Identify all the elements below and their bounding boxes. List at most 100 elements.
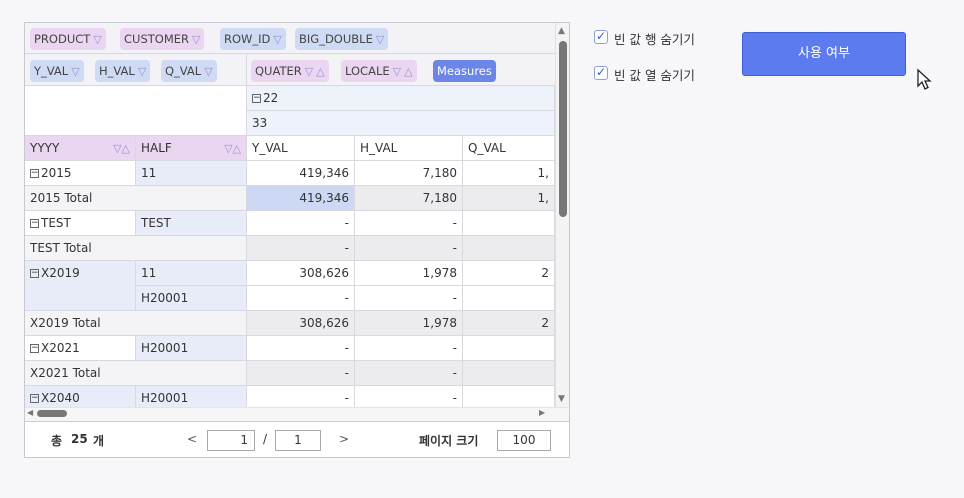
value-cell[interactable]: 2 [463, 261, 555, 286]
column-chip-locale[interactable]: LOCALE ▽ △ [341, 60, 417, 82]
column-chip-quater[interactable]: QUATER ▽ △ [251, 60, 329, 82]
collapse-icon[interactable]: − [252, 94, 261, 103]
value-cell[interactable]: 1,978 [355, 311, 463, 336]
mouse-cursor-icon [917, 68, 932, 90]
prev-page-button[interactable]: < [187, 432, 197, 446]
row-field-yyyy[interactable]: YYYY ▽△ [25, 136, 136, 161]
value-cell[interactable] [463, 286, 555, 311]
value-cell[interactable]: - [355, 236, 463, 261]
sort-icon[interactable]: △ [316, 65, 324, 78]
value-cell-selected[interactable]: 419,346 [247, 186, 355, 211]
value-cell[interactable]: 1, [463, 161, 555, 186]
data-chip-q-val[interactable]: Q_VAL ▽ [161, 60, 217, 82]
horizontal-scrollbar[interactable] [25, 407, 569, 421]
row-field-half[interactable]: HALF ▽△ [136, 136, 247, 161]
row-header-half: 11 [136, 261, 247, 286]
value-cell[interactable]: - [247, 286, 355, 311]
total-label: 총 [51, 434, 63, 448]
value-cell[interactable] [463, 236, 555, 261]
scroll-down-icon[interactable]: ▼ [558, 394, 565, 404]
hide-empty-cols-checkbox[interactable] [594, 65, 608, 80]
value-cell[interactable]: 419,346 [247, 161, 355, 186]
filter-icon[interactable]: ▽ [138, 65, 146, 78]
filter-icon[interactable]: ▽ [393, 65, 401, 78]
collapse-icon[interactable]: − [30, 219, 39, 228]
hide-empty-cols-label: 빈 값 열 숨기기 [614, 68, 695, 83]
page-size-label: 페이지 크기 [419, 434, 479, 448]
filter-icon[interactable]: ▽ [192, 33, 200, 46]
collapse-icon[interactable]: − [30, 269, 39, 278]
hide-empty-rows-label: 빈 값 행 숨기기 [614, 32, 695, 47]
value-cell[interactable]: - [355, 211, 463, 236]
row-header-half: H20001 [136, 286, 247, 311]
page-size-input[interactable]: 100 [497, 430, 551, 451]
scroll-left-icon[interactable]: ◀ [27, 408, 33, 417]
filter-chip-row-id[interactable]: ROW_ID ▽ [220, 28, 286, 50]
scroll-right-icon[interactable]: ▶ [539, 408, 545, 417]
value-cell[interactable]: 308,626 [247, 311, 355, 336]
measures-chip[interactable]: Measures [433, 60, 496, 82]
filter-chip-customer[interactable]: CUSTOMER ▽ [120, 28, 205, 50]
col-header-22[interactable]: −22 [247, 86, 555, 111]
value-header-h-val: H_VAL [355, 136, 463, 161]
row-total-label: 2015 Total [25, 186, 247, 211]
value-cell[interactable]: - [355, 361, 463, 386]
filter-chip-big-double[interactable]: BIG_DOUBLE ▽ [295, 28, 389, 50]
row-total-label: X2021 Total [25, 361, 247, 386]
row-header-yyyy[interactable]: − X2021 [25, 336, 136, 361]
filter-icon[interactable]: ▽ [93, 33, 101, 46]
collapse-icon[interactable]: − [30, 394, 39, 403]
corner-cell [25, 86, 247, 136]
filter-icon[interactable]: ▽ [273, 33, 281, 46]
value-cell[interactable]: - [355, 286, 463, 311]
value-cell[interactable]: - [355, 336, 463, 361]
value-header-y-val: Y_VAL [247, 136, 355, 161]
value-cell[interactable]: 7,180 [355, 186, 463, 211]
row-header-yyyy[interactable]: − X2019 [25, 261, 136, 311]
total-pages: 1 [275, 430, 321, 451]
value-cell[interactable]: 2 [463, 311, 555, 336]
use-button[interactable]: 사용 여부 [742, 32, 906, 76]
row-header-yyyy[interactable]: − TEST [25, 211, 136, 236]
filter-sort-icon[interactable]: ▽△ [113, 136, 130, 160]
value-cell[interactable]: - [247, 361, 355, 386]
filter-icon[interactable]: ▽ [71, 65, 79, 78]
data-chip-y-val[interactable]: Y_VAL ▽ [30, 60, 84, 82]
next-page-button[interactable]: > [339, 432, 349, 446]
scroll-up-icon[interactable]: ▲ [558, 26, 565, 36]
row-header-half: H20001 [136, 336, 247, 361]
value-header-q-val: Q_VAL [463, 136, 555, 161]
value-cell[interactable] [463, 361, 555, 386]
page-separator: / [263, 432, 268, 446]
sort-icon[interactable]: △ [404, 65, 412, 78]
value-cell[interactable]: 1,978 [355, 261, 463, 286]
value-cell[interactable] [463, 211, 555, 236]
row-header-half: 11 [136, 161, 247, 186]
col-header-33: 33 [247, 111, 555, 136]
pivot-grid: PRODUCT ▽ CUSTOMER ▽ ROW_ID ▽ BIG_DOUBLE ▽ Y… [24, 22, 570, 458]
horizontal-scroll-thumb[interactable] [37, 410, 67, 417]
current-page-input[interactable]: 1 [207, 430, 255, 451]
total-count: 25 [71, 432, 88, 446]
hide-empty-rows-checkbox[interactable] [594, 29, 608, 44]
filter-icon[interactable]: ▽ [204, 65, 212, 78]
filter-sort-icon[interactable]: ▽△ [224, 136, 241, 160]
filter-chip-product[interactable]: PRODUCT ▽ [30, 28, 106, 50]
value-cell[interactable] [463, 336, 555, 361]
data-chip-h-val[interactable]: H_VAL ▽ [95, 60, 151, 82]
total-unit: 개 [93, 434, 105, 448]
vertical-scroll-thumb[interactable] [559, 41, 567, 217]
filter-icon[interactable]: ▽ [305, 65, 313, 78]
collapse-icon[interactable]: − [30, 344, 39, 353]
value-cell[interactable]: 1, [463, 186, 555, 211]
filter-icon[interactable]: ▽ [376, 33, 384, 46]
value-cell[interactable]: 7,180 [355, 161, 463, 186]
value-cell[interactable]: - [247, 211, 355, 236]
value-cell[interactable]: - [247, 336, 355, 361]
value-cell[interactable]: - [247, 236, 355, 261]
collapse-icon[interactable]: − [30, 169, 39, 178]
value-cell[interactable]: 308,626 [247, 261, 355, 286]
pagination-bar: 총 25 개 < 1 / 1 > 페이지 크기 100 [25, 421, 569, 457]
row-header-yyyy[interactable]: −2015 [25, 161, 136, 186]
row-header-half: TEST [136, 211, 247, 236]
